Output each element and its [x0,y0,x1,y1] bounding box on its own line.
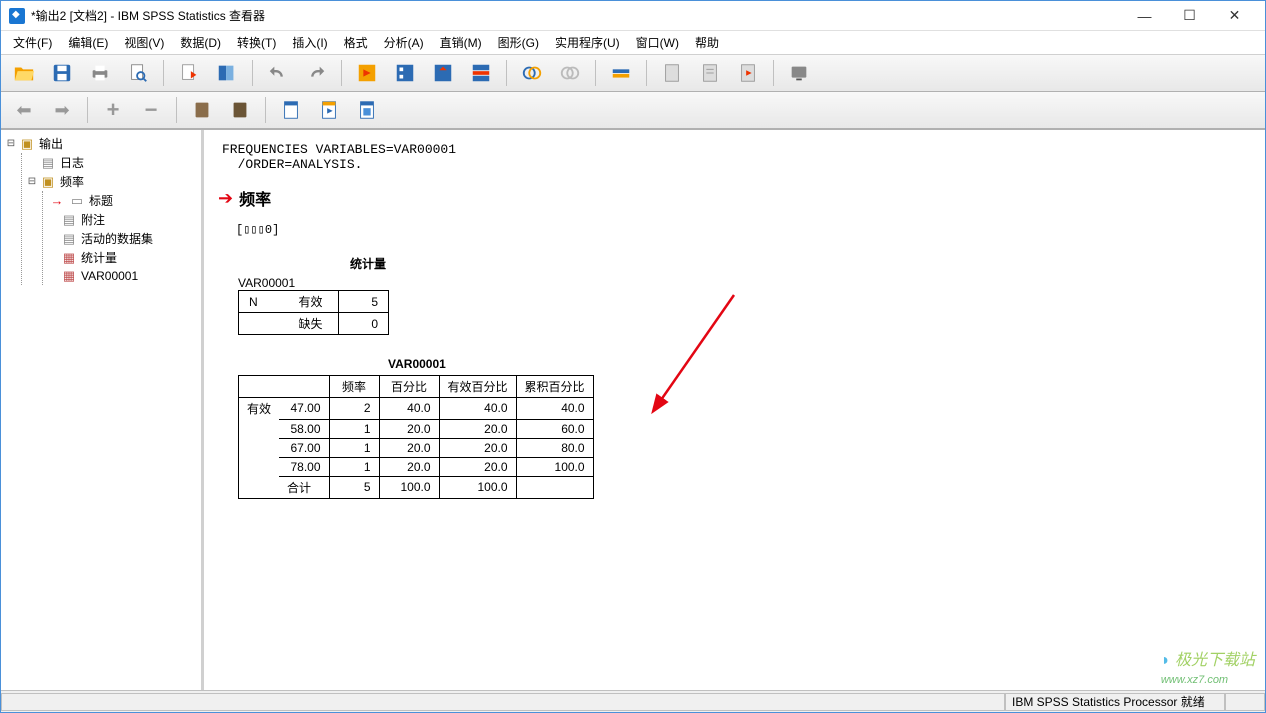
table-row: 78.00 1 20.0 20.0 100.0 [239,457,594,476]
log-icon: ▤ [40,155,56,171]
tree-stats[interactable]: ▦ 统计量 [47,248,197,267]
output-folder-icon: ▣ [19,136,35,152]
tree-title[interactable]: → ▭ 标题 [47,191,197,210]
status-right [1225,693,1265,711]
window-controls: — ☐ ✕ [1122,2,1257,30]
menu-help[interactable]: 帮助 [687,32,727,53]
stats-valid-label: 有效 [289,291,339,313]
undo-icon[interactable] [261,58,295,88]
close-button[interactable]: ✕ [1212,2,1257,30]
freq-table[interactable]: 频率 百分比 有效百分比 累积百分比 有效 47.00 2 40.0 40.0 … [238,375,594,499]
notes-icon: ▤ [61,212,77,228]
menubar: 文件(F) 编辑(E) 视图(V) 数据(D) 转换(T) 插入(I) 格式 分… [1,31,1265,55]
export-icon[interactable] [172,58,206,88]
menu-edit[interactable]: 编辑(E) [60,32,116,53]
section-arrow-icon: ➔ [218,188,233,209]
venn-gray-icon[interactable] [553,58,587,88]
titlebar: *输出2 [文档2] - IBM SPSS Statistics 查看器 — ☐… [1,1,1265,31]
collapse-icon[interactable]: − [134,95,168,125]
menu-direct[interactable]: 直销(M) [432,32,490,53]
stats-table[interactable]: N 有效 5 缺失 0 [238,290,389,335]
app-window: *输出2 [文档2] - IBM SPSS Statistics 查看器 — ☐… [0,0,1266,713]
menu-insert[interactable]: 插入(I) [284,32,335,53]
arrow-marker-icon: → [49,193,65,208]
tree-log[interactable]: ▤ 日志 [26,153,197,172]
back-icon[interactable]: ⬅ [7,95,41,125]
menu-graphs[interactable]: 图形(G) [490,32,547,53]
stats-valid-val: 5 [339,291,389,313]
print-icon[interactable] [83,58,117,88]
dataset-line: [▯▯▯0] [236,222,1251,237]
screen-icon[interactable] [782,58,816,88]
toolbar-nav: ⬅ ➡ + − [1,92,1265,129]
doc2-icon[interactable] [693,58,727,88]
status-processor: IBM SPSS Statistics Processor 就绪 [1005,693,1225,711]
syntax-block: FREQUENCIES VARIABLES=VAR00001 /ORDER=AN… [222,142,1251,172]
toolbar-main [1,55,1265,92]
table-row: 67.00 1 20.0 20.0 80.0 [239,438,594,457]
doc1-icon[interactable] [655,58,689,88]
book2-icon[interactable] [223,95,257,125]
goto-case-icon[interactable] [388,58,422,88]
tree-active[interactable]: ▤ 活动的数据集 [47,229,197,248]
open-icon[interactable] [7,58,41,88]
doc-run-icon[interactable] [731,58,765,88]
minimize-button[interactable]: — [1122,2,1167,30]
window-title: *输出2 [文档2] - IBM SPSS Statistics 查看器 [31,7,1122,24]
content-area: ⊟ ▣ 输出 ▤ 日志 ⊟ ▣ 频率 → ▭ [1,129,1265,690]
dialog-recall-icon[interactable] [210,58,244,88]
outline-tree[interactable]: ⊟ ▣ 输出 ▤ 日志 ⊟ ▣ 频率 → ▭ [1,130,204,690]
venn-icon[interactable] [515,58,549,88]
goto-data-icon[interactable] [350,58,384,88]
tree-freq[interactable]: ⊟ ▣ 频率 [26,172,197,191]
tree-notes[interactable]: ▤ 附注 [47,210,197,229]
freq-header-row: 频率 百分比 有效百分比 累积百分比 [239,376,594,398]
section-header: ➔ 频率 [218,186,1251,210]
app-icon [9,8,25,24]
freq-title: VAR00001 [388,357,1251,371]
save-icon[interactable] [45,58,79,88]
menu-data[interactable]: 数据(D) [172,32,229,53]
active-icon: ▤ [61,231,77,247]
stats-missing-label: 缺失 [289,313,339,335]
maximize-button[interactable]: ☐ [1167,2,1212,30]
table-row: 58.00 1 20.0 20.0 60.0 [239,419,594,438]
select-cases-icon[interactable] [464,58,498,88]
status-left [1,693,1005,711]
stats-icon: ▦ [61,250,77,266]
menu-utilities[interactable]: 实用程序(U) [547,32,628,53]
page3-icon[interactable] [350,95,384,125]
menu-window[interactable]: 窗口(W) [628,32,687,53]
freq-folder-icon: ▣ [40,174,56,190]
var-icon: ▦ [61,268,77,284]
page2-icon[interactable] [312,95,346,125]
section-heading: 频率 [239,186,271,210]
book1-icon[interactable] [185,95,219,125]
stats-title: 统计量 [288,255,448,272]
tree-var[interactable]: ▦ VAR00001 [47,267,197,285]
menu-view[interactable]: 视图(V) [116,32,172,53]
menu-format[interactable]: 格式 [336,32,376,53]
print-preview-icon[interactable] [121,58,155,88]
variables-icon[interactable] [426,58,460,88]
table-row: 有效 47.00 2 40.0 40.0 40.0 [239,398,594,420]
forward-icon[interactable]: ➡ [45,95,79,125]
tree-root[interactable]: ⊟ ▣ 输出 [5,134,197,153]
stats-missing-val: 0 [339,313,389,335]
menu-transform[interactable]: 转换(T) [229,32,284,53]
freq-total-row: 合计 5 100.0 100.0 [239,476,594,498]
menu-file[interactable]: 文件(F) [5,32,60,53]
page1-icon[interactable] [274,95,308,125]
menu-analyze[interactable]: 分析(A) [376,32,432,53]
redo-icon[interactable] [299,58,333,88]
expand-icon[interactable]: + [96,95,130,125]
title-icon: ▭ [69,193,85,209]
ruler-icon[interactable] [604,58,638,88]
stats-var: VAR00001 [238,276,1251,290]
stats-n-label: N [239,291,289,313]
output-panel[interactable]: FREQUENCIES VARIABLES=VAR00001 /ORDER=AN… [204,130,1265,690]
statusbar: IBM SPSS Statistics Processor 就绪 [1,690,1265,712]
